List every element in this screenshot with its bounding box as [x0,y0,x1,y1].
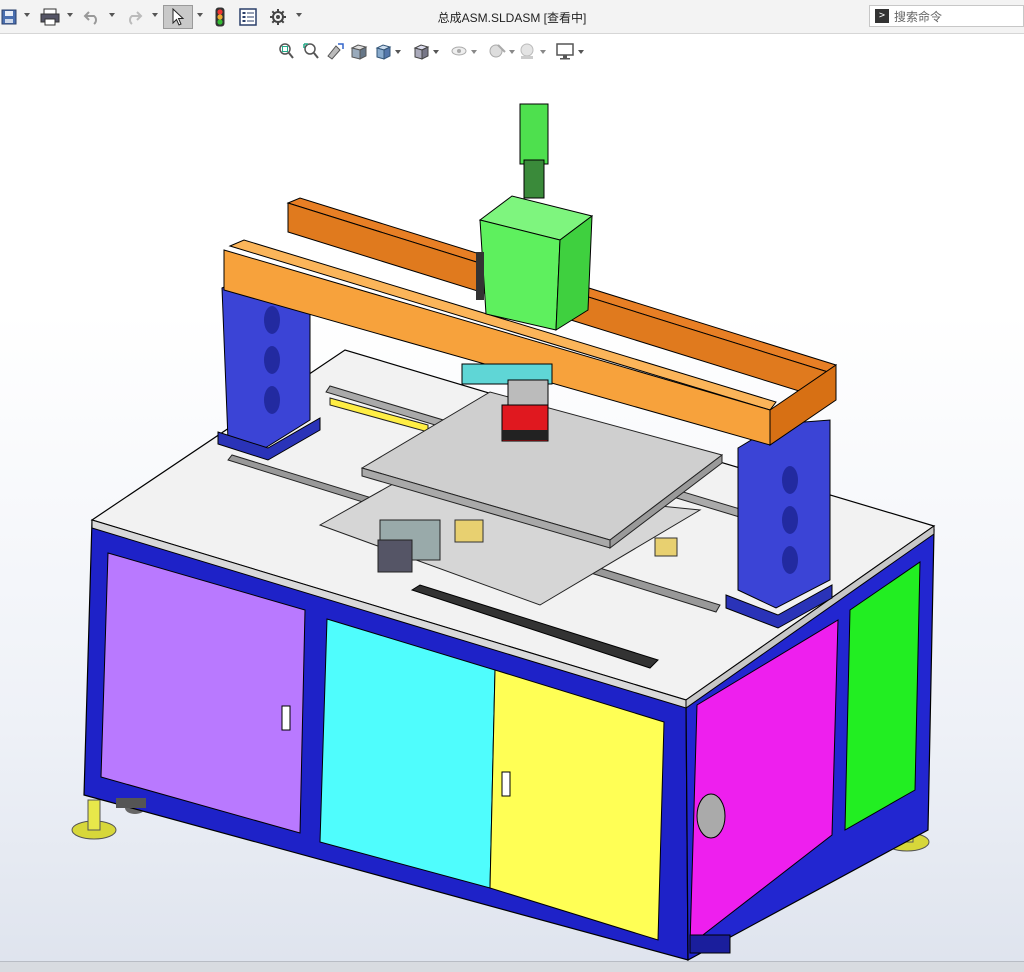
save-icon[interactable] [0,5,18,29]
rebuild-icon[interactable] [210,5,230,29]
options-icon[interactable] [266,5,290,29]
graphics-area[interactable] [0,35,1024,961]
save-dropdown-caret[interactable] [24,13,30,17]
search-placeholder: 搜索命令 [894,9,943,24]
redo-dropdown-caret[interactable] [152,13,158,17]
redo-icon[interactable] [122,5,146,29]
undo-dropdown-caret[interactable] [109,13,115,17]
search-commands-input[interactable]: > 搜索命令 [869,5,1024,27]
print-icon[interactable] [38,5,62,29]
title-bar: 总成ASM.SLDASM [查看中] > 搜索命令 [0,0,1024,34]
select-dropdown-caret[interactable] [197,13,203,17]
select-icon[interactable] [163,5,193,29]
status-bar [0,961,1024,972]
undo-icon[interactable] [80,5,104,29]
options-dropdown-caret[interactable] [296,13,302,17]
pneumatic-cylinder [476,103,594,331]
print-dropdown-caret[interactable] [67,13,73,17]
assembly-model[interactable] [0,35,1024,961]
command-prompt-icon: > [875,9,889,23]
file-properties-icon[interactable] [236,5,260,29]
